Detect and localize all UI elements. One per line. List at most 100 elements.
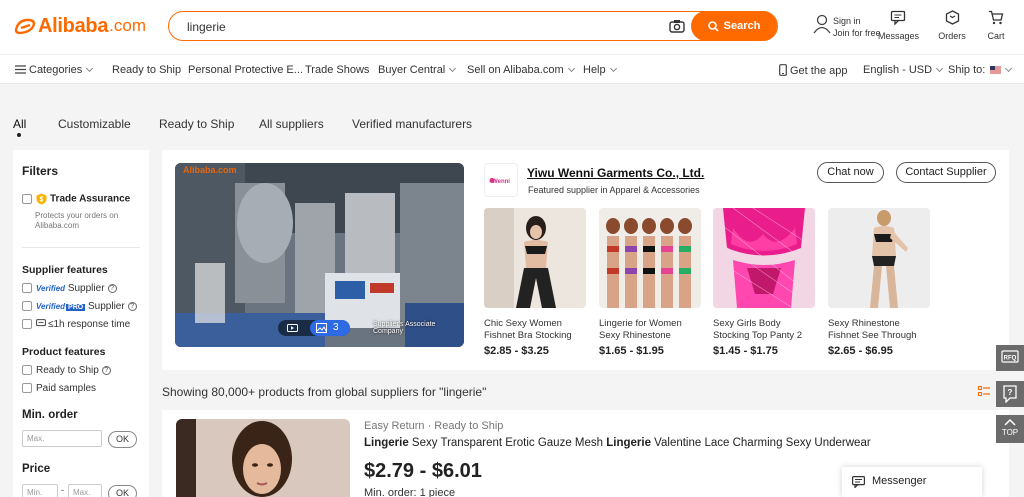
messages-label: Messages (878, 31, 920, 41)
paid-samples-checkbox[interactable]: Paid samples (22, 383, 96, 394)
ship-to-selector[interactable]: Ship to: (948, 64, 1013, 76)
categories-label: Categories (29, 64, 83, 76)
cart-link[interactable]: Cart (982, 10, 1010, 42)
nav-item-buyer-central[interactable]: Buyer Central (378, 64, 457, 76)
product-image[interactable] (484, 208, 586, 308)
chat-now-button[interactable]: Chat now (817, 162, 884, 183)
price-min-input[interactable]: Min. (22, 484, 58, 497)
supplier-name-link[interactable]: Yiwu Wenni Garments Co., Ltd. (527, 166, 704, 180)
product-image[interactable] (828, 208, 930, 308)
tab-all-suppliers[interactable]: All suppliers (259, 117, 324, 131)
checkbox[interactable] (22, 283, 32, 294)
listing-image[interactable] (176, 419, 350, 497)
help-icon[interactable]: ? (101, 365, 111, 375)
product-title[interactable]: Chic Sexy Women Fishnet Bra Stocking S..… (484, 318, 586, 342)
rfq-button[interactable]: RFQ (996, 345, 1024, 371)
chevron-down-icon (86, 64, 94, 73)
back-to-top-button[interactable]: TOP (996, 415, 1024, 443)
supplier-product-card[interactable]: Sexy Girls Body Stocking Top Panty 2 pie… (713, 208, 815, 357)
search-button[interactable]: Search (691, 11, 777, 41)
feedback-button[interactable]: ? (996, 381, 1024, 407)
supplier-logo-image: Wenni (488, 177, 514, 185)
tab-all[interactable]: All (13, 117, 26, 131)
trade-assurance-icon: $ (36, 193, 47, 205)
product-image[interactable] (713, 208, 815, 308)
buyer-central-label: Buyer Central (378, 64, 446, 76)
title-keyword: Lingerie (364, 437, 409, 449)
min-order-ok-button[interactable]: OK (108, 431, 137, 448)
camera-icon[interactable] (669, 19, 685, 33)
help-icon[interactable]: ? (127, 301, 137, 311)
checkbox[interactable] (22, 383, 32, 394)
chevron-down-icon (449, 64, 457, 73)
checkbox[interactable] (22, 301, 32, 312)
orders-link[interactable]: Orders (935, 10, 969, 42)
price-ok-button[interactable]: OK (108, 485, 137, 497)
help-icon[interactable]: ? (107, 283, 117, 293)
nav-item-help[interactable]: Help (583, 64, 617, 76)
tab-customizable[interactable]: Customizable (58, 117, 131, 131)
supplier-product-card[interactable]: Lingerie for Women Sexy Rhinestone bikin… (599, 208, 701, 357)
tab-verified-manufacturers[interactable]: Verified manufacturers (352, 117, 472, 131)
svg-text:Wenni: Wenni (492, 179, 510, 185)
alibaba-logo[interactable]: Alibaba .com (14, 12, 146, 40)
messages-link[interactable]: Messages (878, 10, 920, 42)
svg-text:?: ? (1008, 388, 1013, 397)
listing-title[interactable]: Lingerie Sexy Transparent Erotic Gauze M… (364, 437, 871, 449)
image-icon[interactable] (316, 323, 327, 333)
product-title[interactable]: Sexy Rhinestone Fishnet See Through Cove… (828, 318, 930, 342)
filters-title: Filters (22, 164, 59, 178)
video-controls: 3 (278, 320, 350, 336)
language-selector[interactable]: English - USD (863, 64, 944, 76)
nav-item-ppe[interactable]: Personal Protective E... (188, 64, 303, 76)
checkbox[interactable] (22, 319, 32, 330)
supplier-product-card[interactable]: Chic Sexy Women Fishnet Bra Stocking S..… (484, 208, 586, 357)
rfq-icon-label: RFQ (1004, 356, 1017, 362)
orders-label: Orders (938, 31, 966, 41)
ready-to-ship-label: Ready to Ship (36, 365, 99, 376)
supplier-card: Alibaba.com 3 Supplier's Associate Compa… (162, 150, 1009, 370)
verified-supplier-label: Supplier (67, 283, 105, 294)
tab-ready-to-ship[interactable]: Ready to Ship (159, 117, 234, 131)
help-label: Help (583, 64, 606, 76)
divider (22, 247, 140, 248)
checkbox[interactable] (22, 194, 32, 204)
alibaba-logo-icon (14, 18, 36, 35)
price-dash: - (61, 485, 64, 495)
categories-menu[interactable]: Categories (15, 64, 94, 76)
rfq-icon: RFQ (1001, 350, 1019, 363)
nav-item-trade-shows[interactable]: Trade Shows (305, 64, 369, 76)
get-app-label: Get the app (790, 65, 848, 77)
contact-supplier-button[interactable]: Contact Supplier (896, 162, 996, 183)
product-title[interactable]: Sexy Girls Body Stocking Top Panty 2 pie… (713, 318, 815, 342)
supplier-logo[interactable]: Wenni (484, 163, 518, 197)
supplier-product-card[interactable]: Sexy Rhinestone Fishnet See Through Cove… (828, 208, 930, 357)
user-icon[interactable] (812, 14, 832, 37)
product-features-heading: Product features (22, 346, 106, 358)
active-tab-indicator (17, 133, 21, 137)
response-time-checkbox[interactable]: ≤1h response time (22, 319, 130, 330)
verified-pro-supplier-checkbox[interactable]: Verified PRO Supplier? (22, 301, 137, 312)
video-icon[interactable] (287, 324, 298, 332)
verified-supplier-checkbox[interactable]: Verified Supplier? (22, 283, 117, 294)
ready-to-ship-checkbox[interactable]: Ready to Ship? (22, 365, 111, 376)
trade-assurance-checkbox[interactable]: $ Trade Assurance (22, 193, 130, 205)
product-price: $2.85 - $3.25 (484, 345, 549, 357)
verified-pro-supplier-label: Supplier (88, 301, 125, 312)
product-image[interactable] (599, 208, 701, 308)
search-input[interactable]: lingerie (187, 20, 226, 34)
messenger-widget[interactable]: Messenger (842, 467, 982, 497)
menu-icon (15, 65, 26, 74)
search-icon (707, 20, 719, 32)
list-view-icon[interactable] (978, 386, 990, 397)
factory-video[interactable]: Alibaba.com 3 Supplier's Associate Compa… (175, 163, 464, 347)
get-app-link[interactable]: Get the app (779, 64, 848, 77)
nav-item-ready-to-ship[interactable]: Ready to Ship (112, 64, 181, 76)
results-count-text: Showing 80,000+ products from global sup… (162, 385, 487, 399)
product-title[interactable]: Lingerie for Women Sexy Rhinestone bikin… (599, 318, 701, 342)
min-order-input[interactable]: Max. (22, 430, 102, 447)
nav-item-sell[interactable]: Sell on Alibaba.com (467, 64, 575, 76)
price-max-input[interactable]: Max. (68, 484, 102, 497)
checkbox[interactable] (22, 365, 32, 376)
sign-in-link[interactable]: Sign in Join for free (833, 15, 881, 39)
